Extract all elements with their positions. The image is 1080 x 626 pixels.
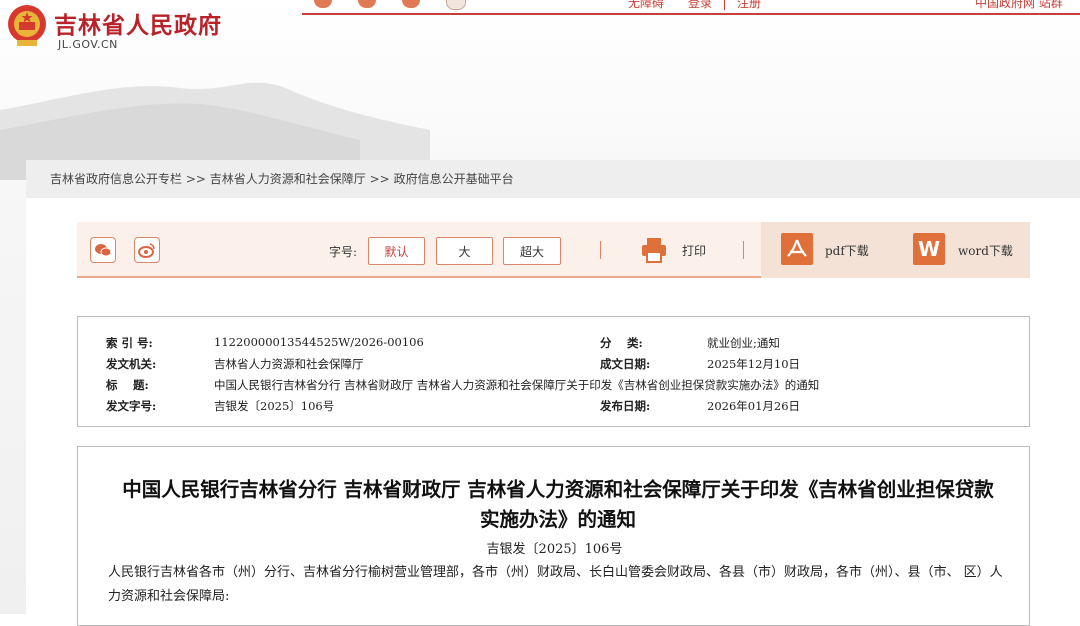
breadcrumb-item-hrss[interactable]: 吉林省人力资源和社会保障厅 [210,172,366,186]
article-paragraph: 人民银行吉林省各市（州）分行、吉林省分行榆树营业管理部，各市（州）财政局、长白山… [108,565,1003,604]
toolbar-divider [600,241,601,259]
breadcrumb-item-platform[interactable]: 政府信息公开基础平台 [394,172,514,186]
pdf-download-button[interactable]: pdf下载 [825,242,869,259]
word-download-button[interactable]: word下载 [958,242,1013,259]
written-date-value: 2025年12月10日 [707,357,801,371]
toolbar-divider [743,241,744,259]
site-domain: JL.GOV.CN [58,38,118,51]
doc-no-value: 吉银发〔2025〕106号 [214,399,335,413]
breadcrumb: 吉林省政府信息公开专栏 >> 吉林省人力资源和社会保障厅 >> 政府信息公开基础… [26,160,1080,198]
breadcrumb-separator: >> [369,172,390,186]
document-metadata: 索 引 号: 11220000013544525W/2026-00106 分 类… [77,316,1030,427]
login-link[interactable]: 登录 [676,0,724,11]
breadcrumb-item-open-info[interactable]: 吉林省政府信息公开专栏 [50,172,182,186]
mobile-top-icon[interactable] [402,0,420,8]
title-label: 标 题: [106,378,149,392]
site-name: 吉林省人民政府 [54,13,222,39]
gov-portal-link[interactable]: 中国政府网 站群 [975,0,1063,11]
issuer-label: 发文机关: [106,357,157,371]
article-title: 中国人民银行吉林省分行 吉林省财政厅 吉林省人力资源和社会保障厅关于印发《吉林省… [122,478,994,531]
article-toolbar: 字号: 默认 大 超大 打印 pdf下载 W word下载 [77,222,1030,278]
index-no-label: 索 引 号: [106,336,153,350]
assistant-avatar-icon[interactable] [446,0,466,10]
category-label: 分 类: [600,336,643,350]
font-size-xlarge-button[interactable]: 超大 [503,237,561,265]
title-value: 中国人民银行吉林省分行 吉林省财政厅 吉林省人力资源和社会保障厅关于印发《吉林省… [214,378,820,392]
national-emblem-icon [6,2,48,48]
register-link[interactable]: 注册 [725,0,773,11]
wechat-top-icon[interactable] [358,0,376,8]
font-size-default-button[interactable]: 默认 [368,237,425,265]
index-no-value: 11220000013544525W/2026-00106 [214,335,424,349]
accessibility-link[interactable]: 无障碍 [616,0,676,11]
print-button[interactable]: 打印 [682,242,706,259]
header-icon-group [314,0,466,10]
publish-date-value: 2026年01月26日 [707,399,801,413]
doc-no-label: 发文字号: [106,399,157,413]
font-size-large-button[interactable]: 大 [436,237,493,265]
pdf-icon[interactable] [781,233,813,265]
font-size-label: 字号: [329,245,358,259]
word-icon[interactable]: W [913,233,945,265]
header-divider [302,13,1080,15]
written-date-label: 成文日期: [600,357,651,371]
publish-date-label: 发布日期: [600,399,651,413]
top-links: 无障碍 登录 注册 [616,0,773,11]
article-body: 中国人民银行吉林省分行 吉林省财政厅 吉林省人力资源和社会保障厅关于印发《吉林省… [77,446,1030,626]
site-logo[interactable] [6,2,48,48]
weibo-top-icon[interactable] [314,0,332,8]
category-value: 就业创业;通知 [707,336,780,350]
issuer-value: 吉林省人力资源和社会保障厅 [214,357,364,371]
weibo-share-icon[interactable] [134,237,160,263]
wechat-share-icon[interactable] [90,237,116,263]
article-doc-no: 吉银发〔2025〕106号 [486,542,623,557]
breadcrumb-separator: >> [185,172,206,186]
printer-icon[interactable] [640,236,668,268]
